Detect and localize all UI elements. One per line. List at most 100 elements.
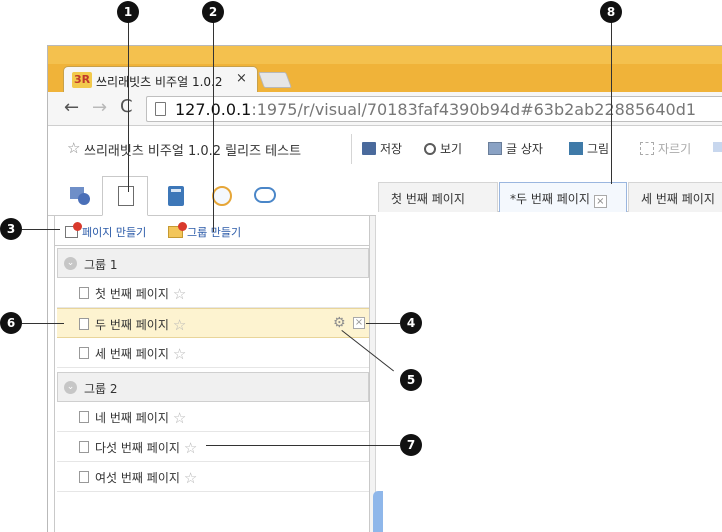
star-icon[interactable]: ☆ [173, 316, 186, 334]
page-icon [79, 441, 89, 453]
url-text[interactable]: 127.0.0.1:1975/r/visual/70183faf4390b94d… [175, 100, 696, 119]
page-item-selected[interactable]: 두 번째 페이지 ☆ ⚙ × [57, 308, 369, 338]
gear-icon[interactable]: ⚙ [333, 315, 346, 331]
page-icon [155, 102, 166, 116]
callout-line [206, 445, 400, 446]
page-name: 네 번째 페이지 [95, 411, 169, 425]
page-item[interactable]: 네 번째 페이지 ☆ [57, 402, 369, 432]
reload-icon[interactable]: C [120, 96, 133, 117]
callout-badge: 5 [400, 369, 422, 391]
delete-page-icon[interactable]: × [353, 317, 365, 329]
callout-badge: 6 [0, 312, 22, 334]
tab-pages[interactable] [102, 176, 148, 216]
page-item[interactable]: 첫 번째 페이지 ☆ [57, 278, 369, 308]
callout-line [366, 323, 400, 324]
add-group-button[interactable]: 그룹 만들기 [168, 222, 241, 240]
close-icon[interactable]: × [236, 71, 247, 86]
browser-tabstrip: 3R 쓰리래빗츠 비주얼 1.0.2 × [48, 46, 722, 94]
close-tab-icon[interactable]: × [593, 195, 607, 208]
tab-book[interactable] [154, 177, 194, 215]
crop-button[interactable]: 자르기 [640, 140, 691, 157]
document-title[interactable]: 쓰리래빗츠 비주얼 1.0.2 릴리즈 테스트 [84, 140, 301, 159]
pages-icon [118, 186, 134, 206]
add-page-button[interactable]: 페이지 만들기 [65, 222, 146, 240]
browser-tab[interactable]: 3R 쓰리래빗츠 비주얼 1.0.2 × [63, 66, 258, 94]
page-item[interactable]: 여섯 번째 페이지 ☆ [57, 462, 369, 492]
add-folder-icon [168, 222, 187, 238]
page-name: 첫 번째 페이지 [95, 287, 169, 301]
tab-shapes[interactable] [58, 177, 98, 215]
callout-badge: 3 [0, 218, 22, 240]
browser-tab-title: 쓰리래빗츠 비주얼 1.0.2 [96, 75, 223, 89]
page-icon [79, 471, 89, 483]
page-tab-active[interactable]: *두 번째 페이지 × [499, 182, 627, 212]
page-icon [79, 318, 89, 330]
tab-history[interactable] [200, 177, 240, 215]
view-button[interactable]: 보기 [424, 140, 462, 157]
book-icon [168, 186, 184, 206]
page-name: 여섯 번째 페이지 [95, 471, 180, 485]
callout-badge: 4 [400, 312, 422, 334]
back-arrow-icon[interactable]: ← [64, 97, 79, 118]
page-name: 두 번째 페이지 [95, 318, 169, 332]
view-tabs [48, 170, 376, 216]
star-icon[interactable]: ☆ [173, 409, 186, 427]
save-icon [362, 142, 376, 155]
save-button[interactable]: 저장 [362, 140, 402, 157]
favorite-star-icon[interactable]: ☆ [67, 139, 80, 157]
page-item[interactable]: 다섯 번째 페이지 ☆ [57, 432, 369, 462]
page-name: 다섯 번째 페이지 [95, 441, 180, 455]
star-icon[interactable]: ☆ [173, 285, 186, 303]
callout-line [22, 229, 60, 230]
textbox-button[interactable]: 글 상자 [488, 140, 543, 157]
shapes-icon [70, 187, 90, 205]
browser-window: 3R 쓰리래빗츠 비주얼 1.0.2 × ← → C 127.0.0.1:197… [47, 45, 722, 532]
screenshot-stage: 3R 쓰리래빗츠 비주얼 1.0.2 × ← → C 127.0.0.1:197… [0, 0, 722, 532]
callout-line [128, 22, 129, 192]
image-icon [569, 142, 583, 155]
panel-collapse-handle[interactable] [373, 491, 383, 532]
group-header[interactable]: ⌄ 그룹 2 [57, 372, 369, 402]
add-page-icon [65, 222, 82, 238]
toolbar-overflow-icon [713, 142, 722, 152]
callout-badge: 2 [202, 1, 224, 23]
crop-icon [640, 142, 654, 155]
page-tabs: 첫 번째 페이지 *두 번째 페이지 × 세 번째 페이지 [378, 180, 722, 212]
group-name: 그룹 1 [84, 258, 118, 272]
star-icon[interactable]: ☆ [173, 345, 186, 363]
callout-line [611, 22, 612, 184]
new-tab-button[interactable] [258, 72, 292, 88]
page-tab[interactable]: 세 번째 페이지 [628, 182, 722, 212]
callout-badge: 1 [117, 1, 139, 23]
callout-badge: 8 [600, 1, 622, 23]
page-name: 세 번째 페이지 [95, 347, 169, 361]
page-icon [79, 411, 89, 423]
chevron-down-icon[interactable]: ⌄ [64, 381, 77, 394]
panel-scrollbar[interactable] [370, 216, 376, 532]
app-toolbar: ☆ 쓰리래빗츠 비주얼 1.0.2 릴리즈 테스트 저장 보기 글 상자 그림 … [48, 128, 722, 170]
page-item[interactable]: 세 번째 페이지 ☆ [57, 338, 369, 368]
callout-line [22, 323, 64, 324]
group-header[interactable]: ⌄ 그룹 1 [57, 248, 369, 278]
group-name: 그룹 2 [84, 382, 118, 396]
url-path: :1975/r/visual/70183faf4390b94d#63b2ab22… [251, 100, 697, 119]
star-icon[interactable]: ☆ [184, 439, 197, 457]
clock-icon [212, 186, 232, 206]
toolbar-divider [351, 134, 352, 164]
textbox-icon [488, 142, 502, 155]
pages-panel: 페이지 만들기 그룹 만들기 ⌄ 그룹 1 첫 번째 페이지 ☆ 두 번째 페이지… [54, 216, 371, 532]
forward-arrow-icon[interactable]: → [92, 97, 107, 118]
comment-icon [254, 187, 276, 203]
address-bar[interactable]: 127.0.0.1:1975/r/visual/70183faf4390b94d… [146, 96, 722, 122]
chevron-down-icon[interactable]: ⌄ [64, 257, 77, 270]
page-icon [79, 347, 89, 359]
callout-line [213, 22, 214, 232]
app-logo-icon: 3R [72, 72, 92, 88]
browser-toolbar: ← → C 127.0.0.1:1975/r/visual/70183faf43… [48, 92, 722, 126]
star-icon[interactable]: ☆ [184, 469, 197, 487]
page-tab[interactable]: 첫 번째 페이지 [378, 182, 498, 212]
tab-comments[interactable] [244, 177, 284, 215]
page-icon [79, 287, 89, 299]
callout-badge: 7 [400, 434, 422, 456]
image-button[interactable]: 그림 [569, 140, 609, 157]
